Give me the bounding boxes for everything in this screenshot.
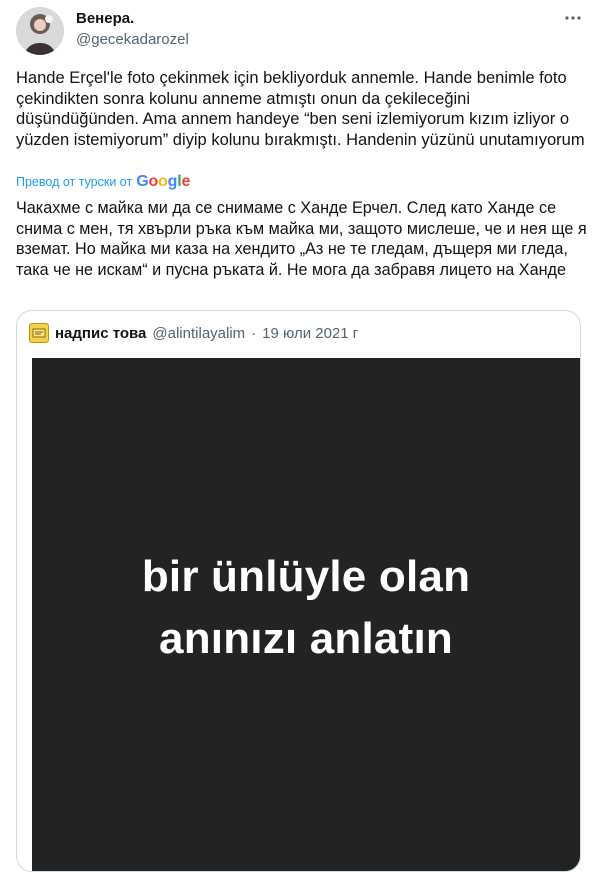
translation-attribution[interactable]: Превод от турски от Google xyxy=(16,172,190,192)
quoted-tweet-date[interactable]: 19 юли 2021 г xyxy=(262,325,358,342)
author-name[interactable]: Венера. xyxy=(76,10,134,27)
media-caption-line: bir ünlüyle olan xyxy=(141,552,471,601)
quoted-tweet-media[interactable]: bir ünlüyle olan anınızı anlatın xyxy=(32,358,580,871)
quoted-tweet-header: надпис това @alintilayalim · 19 юли 2021… xyxy=(29,323,358,343)
avatar-image xyxy=(16,7,64,55)
translated-text: Чакахме с майка ми да се снимаме с Ханде… xyxy=(16,199,592,279)
quote-avatar-icon[interactable] xyxy=(29,323,49,343)
google-letter: g xyxy=(167,173,178,190)
google-letter: G xyxy=(136,173,149,190)
quoted-tweet[interactable]: надпис това @alintilayalim · 19 юли 2021… xyxy=(16,310,581,872)
three-dots-icon[interactable] xyxy=(563,8,583,28)
google-letter: e xyxy=(181,173,191,190)
author-handle[interactable]: @gecekadarozel xyxy=(76,31,189,48)
tweet-text: Hande Erçel'le foto çekinmek için bekliy… xyxy=(16,69,585,149)
translate-link[interactable]: Превод от турски от xyxy=(16,175,132,189)
google-logo: Google xyxy=(136,173,190,191)
google-letter: o xyxy=(148,173,159,190)
separator-dot: · xyxy=(251,324,257,342)
media-caption: bir ünlüyle olan anınızı anlatın xyxy=(32,546,580,670)
media-caption-line: anınızı anlatın xyxy=(159,614,453,663)
google-letter: o xyxy=(158,173,168,190)
quoted-author-handle[interactable]: @alintilayalim xyxy=(152,325,245,342)
quoted-author-name[interactable]: надпис това xyxy=(55,325,146,342)
author-avatar[interactable] xyxy=(16,7,64,55)
